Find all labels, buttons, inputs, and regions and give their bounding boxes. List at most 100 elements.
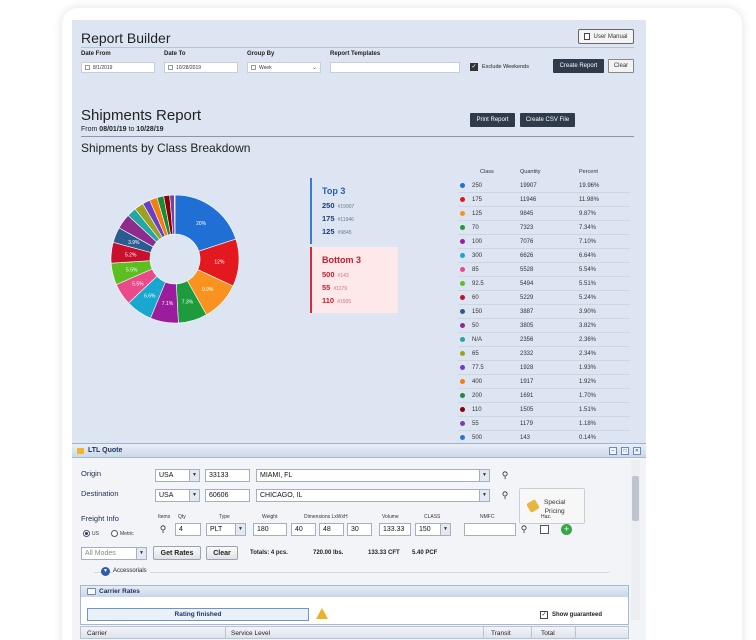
exclude-weekends-checkbox[interactable]: ✓: [470, 63, 478, 71]
class-table-row: 50 3805 3.82%: [458, 319, 630, 333]
row-quantity: 3887: [520, 309, 534, 315]
row-class: 60: [472, 295, 479, 301]
class-select[interactable]: 150 ▼: [415, 523, 451, 536]
total-density: 5.40 PCF: [412, 550, 438, 556]
origin-country-select[interactable]: USA ▼: [155, 469, 200, 482]
row-quantity: 1691: [520, 393, 534, 399]
show-guaranteed-checkbox[interactable]: ✓: [540, 611, 548, 619]
accessorials-label[interactable]: Accessorials: [113, 568, 150, 574]
row-quantity: 5528: [520, 267, 534, 273]
pie-slice-label: 3.9%: [128, 240, 140, 246]
chevron-down-icon: ▼: [479, 490, 489, 501]
pie-slice-label: 5.5%: [126, 268, 138, 274]
origin-label: Origin: [81, 469, 102, 478]
series-color-dot: [460, 379, 465, 384]
width-input[interactable]: 48: [319, 523, 344, 536]
grid-header-carrier[interactable]: Carrier: [87, 630, 107, 637]
window-icon: [87, 588, 96, 595]
class-table-row: 110 1505 1.51%: [458, 403, 630, 417]
origin-search-icon[interactable]: ⚲: [499, 469, 511, 481]
grid-header-service-level[interactable]: Service Level: [231, 630, 270, 637]
quote-scrollbar[interactable]: [631, 460, 640, 620]
clear-report-button[interactable]: Clear: [608, 59, 634, 73]
unit-us-radio[interactable]: [83, 530, 90, 537]
destination-city-select[interactable]: CHICAGO, IL ▼: [256, 489, 490, 502]
group-by-select[interactable]: Week ⌄: [247, 62, 321, 73]
date-from-label: Date From: [81, 51, 111, 57]
hazmat-checkbox[interactable]: [540, 525, 549, 534]
series-color-dot: [460, 267, 465, 272]
class-table-row: 100 7076 7.10%: [458, 235, 630, 249]
destination-country-select[interactable]: USA ▼: [155, 489, 200, 502]
grid-header-transit[interactable]: Transit: [491, 630, 511, 637]
series-color-dot: [460, 435, 465, 440]
pie-slice-label: 6.6%: [144, 294, 156, 300]
row-quantity: 7323: [520, 225, 534, 231]
origin-city-select[interactable]: MIAMI, FL ▼: [256, 469, 490, 482]
items-search-icon[interactable]: ⚲: [157, 523, 169, 535]
bottom-3-title: Bottom 3: [322, 255, 361, 265]
destination-search-icon[interactable]: ⚲: [499, 489, 511, 501]
pie-slice-label: 7.3%: [182, 300, 194, 306]
tag-icon: [526, 499, 540, 513]
unit-metric-label: Metric: [120, 531, 134, 537]
pie-slice-label: 5.2%: [125, 253, 137, 259]
date-to-input[interactable]: 10/28/2019: [164, 62, 238, 73]
create-report-button[interactable]: Create Report: [553, 59, 604, 73]
breakdown-title: Shipments by Class Breakdown: [81, 141, 251, 155]
grid-header-total[interactable]: Total: [541, 630, 555, 637]
row-class: 125: [472, 211, 483, 217]
get-rates-button[interactable]: Get Rates: [153, 546, 201, 560]
class-table-row: 175 11946 11.98%: [458, 193, 630, 207]
maximize-icon[interactable]: □: [621, 447, 629, 455]
scrollbar-thumb[interactable]: [632, 476, 639, 521]
series-color-dot: [460, 211, 465, 216]
nmfc-input[interactable]: [464, 523, 516, 536]
row-class: 175: [472, 197, 483, 203]
length-input[interactable]: 40: [291, 523, 316, 536]
report-templates-label: Report Templates: [330, 51, 381, 57]
col-class-label: CLASS: [424, 514, 441, 520]
divider: [81, 47, 634, 48]
add-item-icon[interactable]: +: [561, 524, 572, 535]
bottom-3-row: 500 #143: [322, 270, 349, 279]
unit-metric-radio[interactable]: [111, 530, 118, 537]
weight-input[interactable]: 180: [253, 523, 287, 536]
class-table-row: 55 1179 1.18%: [458, 417, 630, 431]
minimize-icon[interactable]: –: [609, 447, 617, 455]
special-pricing-button[interactable]: Special Pricing: [519, 488, 585, 524]
volume-input[interactable]: 133.33: [379, 523, 411, 536]
close-icon[interactable]: ✕: [633, 447, 641, 455]
create-csv-button[interactable]: Create CSV File: [520, 113, 575, 127]
print-report-button[interactable]: Print Report: [470, 113, 515, 127]
pie-slice-label: 12%: [214, 260, 225, 266]
row-quantity: 19907: [520, 183, 537, 189]
total-pieces: Totals: 4 pcs.: [250, 550, 288, 556]
qty-input[interactable]: 4: [175, 523, 201, 536]
destination-label: Destination: [81, 489, 119, 498]
row-class: 110: [472, 407, 482, 413]
report-templates-input[interactable]: [330, 62, 460, 73]
height-input[interactable]: 30: [347, 523, 372, 536]
row-percent: 2.34%: [579, 351, 597, 357]
clear-quote-button[interactable]: Clear: [206, 546, 238, 560]
origin-zip-input[interactable]: 33133: [205, 469, 250, 482]
class-table-row: N/A 2356 2.36%: [458, 333, 630, 347]
date-from-input[interactable]: 8/1/2019: [81, 62, 155, 73]
row-class: 65: [472, 351, 479, 357]
row-percent: 19.96%: [579, 183, 600, 189]
nmfc-search-icon[interactable]: ⚲: [518, 523, 530, 535]
col-volume-label: Volume: [382, 514, 399, 520]
destination-zip-input[interactable]: 60606: [205, 489, 250, 502]
modes-select[interactable]: All Modes ▼: [81, 547, 147, 560]
col-type-label: Type: [219, 514, 230, 520]
expand-accessorials-icon[interactable]: ▼: [101, 567, 110, 576]
type-select[interactable]: PLT ▼: [206, 523, 246, 536]
col-haz-label: Haz.: [541, 514, 552, 520]
row-percent: 5.24%: [579, 295, 597, 301]
class-table-row: 70 7323 7.34%: [458, 221, 630, 235]
user-manual-button[interactable]: User Manual: [578, 29, 634, 44]
col-qty-label: Qty: [178, 514, 186, 520]
row-quantity: 2356: [520, 337, 534, 343]
header-percent: Percent: [579, 169, 598, 175]
